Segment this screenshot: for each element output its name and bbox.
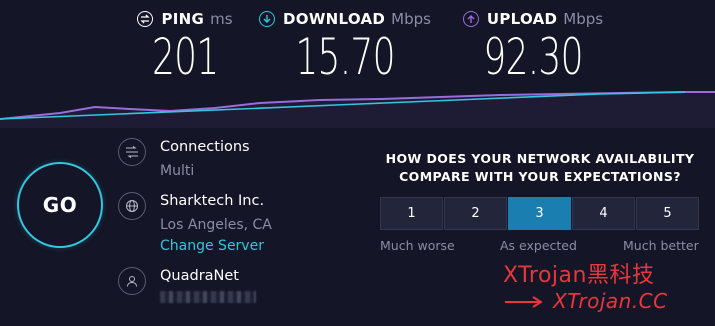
rating-option-3[interactable]: 3 — [508, 197, 571, 230]
server-location: Los Angeles, CA — [160, 217, 272, 233]
ping-icon — [137, 11, 154, 27]
download-unit: Mbps — [391, 10, 431, 28]
connections-info: Connections Multi — [118, 138, 250, 180]
speed-graph — [0, 91, 715, 128]
watermark-url: XTrojan.CC — [505, 289, 668, 313]
upload-icon — [462, 11, 479, 27]
watermark-title: XTrojan黑科技 — [503, 263, 655, 288]
server-name: Sharktech Inc. — [160, 193, 265, 209]
rating-scale: 1 2 3 4 5 — [380, 197, 700, 230]
survey-question-line1: HOW DOES YOUR NETWORK AVAILABILITY — [385, 151, 695, 166]
download-icon — [259, 11, 276, 27]
scale-label-mid: As expected — [500, 238, 577, 253]
server-info: Sharktech Inc. Los Angeles, CA Change Se… — [118, 192, 272, 255]
connections-value: Multi — [160, 163, 195, 179]
survey-question-line2: COMPARE WITH YOUR EXPECTATIONS? — [399, 169, 681, 184]
upload-unit: Mbps — [563, 10, 604, 28]
user-icon — [118, 267, 146, 295]
arrow-right-icon — [505, 289, 545, 313]
upload-graph-fill — [0, 92, 715, 128]
scale-label-low: Much worse — [380, 238, 455, 253]
go-button[interactable]: GO — [17, 162, 103, 248]
rating-option-2[interactable]: 2 — [444, 197, 507, 230]
rating-option-5[interactable]: 5 — [636, 197, 699, 230]
connections-icon — [118, 138, 146, 166]
rating-option-4[interactable]: 4 — [572, 197, 635, 230]
isp-info: QuadraNet — [118, 267, 256, 303]
ping-label: PING — [161, 10, 205, 28]
globe-icon — [118, 192, 146, 220]
upload-header: UPLOAD Mbps — [462, 8, 604, 30]
ping-unit: ms — [210, 10, 233, 28]
ping-value: 201 — [151, 28, 219, 86]
upload-metric: UPLOAD Mbps 92.30 — [458, 8, 608, 82]
change-server-link[interactable]: Change Server — [160, 237, 272, 255]
ping-metric: PING ms 201 — [135, 8, 235, 82]
connections-title: Connections — [160, 139, 250, 155]
download-header: DOWNLOAD Mbps — [259, 8, 431, 30]
ping-header: PING ms — [137, 8, 233, 30]
watermark-url-text: XTrojan.CC — [553, 289, 668, 313]
ip-address-redacted — [160, 291, 256, 303]
download-metric: DOWNLOAD Mbps 15.70 — [259, 8, 431, 86]
survey-question: HOW DOES YOUR NETWORK AVAILABILITY COMPA… — [380, 150, 700, 186]
scale-label-high: Much better — [623, 238, 699, 253]
download-value: 15.70 — [295, 28, 395, 86]
isp-name: QuadraNet — [160, 268, 239, 284]
upload-value: 92.30 — [483, 28, 583, 86]
upload-label: UPLOAD — [486, 10, 558, 28]
rating-option-1[interactable]: 1 — [380, 197, 443, 230]
download-label: DOWNLOAD — [283, 10, 386, 28]
